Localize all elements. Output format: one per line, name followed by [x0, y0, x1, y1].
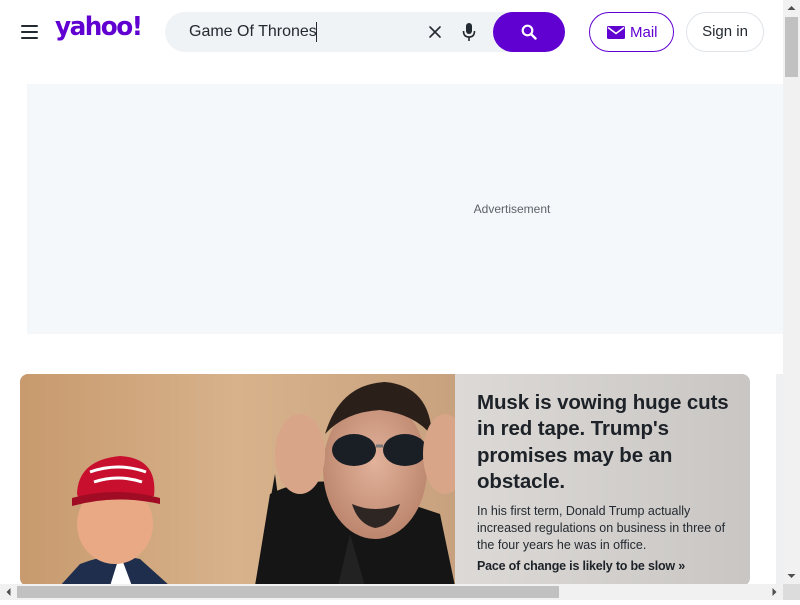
close-icon[interactable]: [428, 25, 442, 39]
hero-news-image[interactable]: [20, 374, 455, 584]
vertical-scrollbar[interactable]: [783, 0, 800, 584]
hero-headline[interactable]: Musk is vowing huge cuts in red tape. Tr…: [477, 390, 732, 495]
scroll-left-arrow-icon[interactable]: [0, 584, 17, 600]
sign-in-button[interactable]: Sign in: [686, 12, 764, 52]
yahoo-logo[interactable]: yahoo!: [55, 12, 143, 42]
horizontal-scrollbar-thumb[interactable]: [17, 586, 559, 598]
search-input[interactable]: [189, 20, 434, 44]
search-icon: [521, 24, 537, 40]
search-button[interactable]: [493, 12, 565, 52]
envelope-icon: [607, 26, 625, 39]
hero-news-card[interactable]: Musk is vowing huge cuts in red tape. Tr…: [20, 374, 750, 584]
hero-text-block: Musk is vowing huge cuts in red tape. Tr…: [477, 390, 732, 573]
scroll-down-arrow-icon[interactable]: [783, 567, 800, 584]
mail-button[interactable]: Mail: [589, 12, 674, 52]
mail-label: Mail: [630, 24, 658, 41]
advertisement-slot[interactable]: Advertisement: [27, 84, 783, 334]
advertisement-label: Advertisement: [473, 202, 551, 216]
text-caret: [316, 22, 317, 42]
scroll-up-arrow-icon[interactable]: [783, 0, 800, 17]
horizontal-scrollbar[interactable]: [0, 584, 783, 600]
scrollbar-corner: [783, 584, 800, 600]
hero-read-more-link[interactable]: Pace of change is likely to be slow »: [477, 559, 732, 573]
hero-summary: In his first term, Donald Trump actually…: [477, 504, 726, 553]
hamburger-menu-icon[interactable]: [19, 22, 41, 42]
page-viewport: yahoo! Mail Sign in Advertisement: [0, 0, 783, 584]
vertical-scrollbar-thumb[interactable]: [785, 17, 798, 77]
next-card-peek[interactable]: [776, 374, 783, 584]
scroll-right-arrow-icon[interactable]: [766, 584, 783, 600]
microphone-icon[interactable]: [462, 22, 476, 42]
